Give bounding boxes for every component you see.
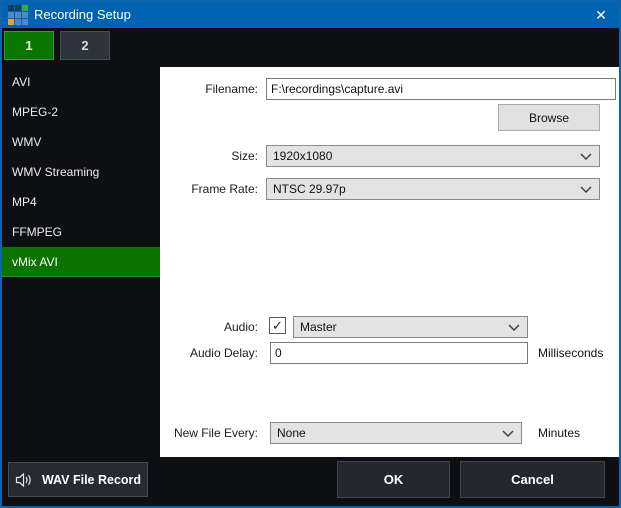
new-file-every-value: None [277, 426, 306, 440]
sidebar-item-ffmpeg[interactable]: FFMPEG [2, 217, 160, 247]
size-dropdown[interactable]: 1920x1080 [266, 145, 600, 167]
window-title: Recording Setup [34, 7, 131, 22]
settings-panel: Filename: Browse Size: 1920x1080 Frame R… [160, 67, 619, 457]
audio-label: Audio: [223, 320, 258, 334]
tab-2[interactable]: 2 [60, 31, 110, 60]
wav-file-record-label: WAV File Record [41, 472, 142, 487]
wav-file-record-button[interactable]: WAV File Record [8, 462, 148, 497]
sidebar-item-vmix-avi[interactable]: vMix AVI [2, 247, 160, 277]
new-file-every-label: New File Every: [173, 426, 258, 440]
frame-rate-value: NTSC 29.97p [273, 182, 346, 196]
sidebar-item-avi[interactable]: AVI [2, 67, 160, 97]
new-file-every-dropdown[interactable]: None [270, 422, 522, 444]
sidebar-item-wmv-streaming[interactable]: WMV Streaming [2, 157, 160, 187]
browse-button[interactable]: Browse [498, 104, 600, 131]
vmix-logo-icon [8, 5, 28, 25]
recording-setup-dialog: Recording Setup ✕ 1 2 AVI MPEG-2 WMV WMV… [0, 0, 621, 508]
speaker-icon [15, 472, 31, 487]
chevron-down-icon [580, 186, 592, 193]
chevron-down-icon [580, 153, 592, 160]
frame-rate-dropdown[interactable]: NTSC 29.97p [266, 178, 600, 200]
size-value: 1920x1080 [273, 149, 333, 163]
filename-label: Filename: [205, 82, 258, 96]
minutes-label: Minutes [538, 426, 581, 440]
sidebar-item-mp4[interactable]: MP4 [2, 187, 160, 217]
audio-delay-label: Audio Delay: [189, 346, 258, 360]
audio-source-value: Master [300, 320, 337, 334]
milliseconds-label: Milliseconds [538, 346, 604, 360]
titlebar[interactable]: Recording Setup ✕ [2, 2, 619, 28]
filename-input[interactable] [266, 78, 616, 100]
close-icon[interactable]: ✕ [585, 2, 617, 28]
tab-1[interactable]: 1 [4, 31, 54, 60]
sidebar-item-wmv[interactable]: WMV [2, 127, 160, 157]
audio-checkbox[interactable]: ✓ [269, 317, 286, 334]
audio-source-dropdown[interactable]: Master [293, 316, 528, 338]
cancel-button[interactable]: Cancel [460, 461, 605, 498]
audio-delay-input[interactable] [270, 342, 528, 364]
size-label: Size: [231, 149, 258, 163]
chevron-down-icon [502, 430, 514, 437]
chevron-down-icon [508, 324, 520, 331]
ok-button[interactable]: OK [337, 461, 450, 498]
sidebar-item-mpeg2[interactable]: MPEG-2 [2, 97, 160, 127]
frame-rate-label: Frame Rate: [191, 182, 258, 196]
